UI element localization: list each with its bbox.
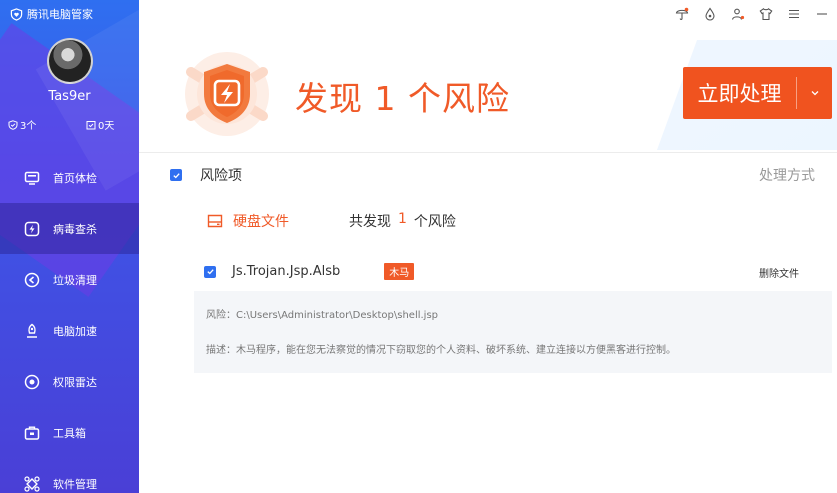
scan-result-header: 发现 1 个风险 立即处理: [139, 0, 837, 152]
handle-now-button[interactable]: 立即处理: [683, 67, 832, 119]
found-suffix: 个风险: [413, 214, 456, 230]
window-toolbar: [675, 7, 829, 21]
user-icon[interactable]: [731, 7, 745, 21]
risk-item-column-header: 风险项: [200, 168, 242, 184]
category-label: 硬盘文件: [233, 214, 289, 230]
shield-heart-logo-icon: [10, 7, 23, 21]
stat-days[interactable]: 0天: [86, 117, 114, 132]
stat-protected[interactable]: 3个: [8, 117, 36, 132]
apps-icon: [24, 475, 40, 492]
sidebar-item-virus-scan[interactable]: 病毒查杀: [0, 203, 139, 254]
sidebar-item-cleanup[interactable]: 垃圾清理: [0, 254, 139, 305]
risk-name: Js.Trojan.Jsp.Alsb: [232, 264, 341, 279]
menu-icon[interactable]: [787, 7, 801, 21]
rocket-icon: [24, 323, 40, 339]
stat-protected-label: 3个: [20, 121, 37, 132]
sidebar-item-label: 病毒查杀: [53, 222, 97, 236]
sidebar-item-label: 工具箱: [53, 426, 86, 440]
sidebar-item-label: 电脑加速: [53, 324, 97, 338]
virus-shield-icon: [24, 221, 40, 237]
category-row: 硬盘文件 共发现 1 个风险: [207, 211, 456, 231]
hard-disk-icon: [207, 214, 223, 228]
stat-days-label: 0天: [98, 121, 115, 132]
sidebar: 腾讯电脑管家 Tas9er 3个 0天 首页体检 病毒查杀 垃圾清理 电脑加速 …: [0, 0, 139, 493]
sidebar-item-software[interactable]: 软件管理: [0, 458, 139, 493]
toolbox-icon: [24, 425, 40, 441]
select-all-checkbox[interactable]: [170, 169, 182, 181]
trojan-tag: 木马: [384, 263, 415, 280]
found-count: 1: [398, 211, 407, 227]
found-prefix: 共发现: [349, 214, 391, 230]
risk-detail-box: 风险：C:\Users\Administrator\Desktop\shell.…: [194, 291, 832, 373]
broom-icon: [24, 272, 40, 288]
risk-list-header: 风险项: [170, 165, 242, 185]
risk-item-checkbox[interactable]: [204, 265, 216, 278]
app-brand: 腾讯电脑管家: [10, 6, 93, 22]
sidebar-item-checkup[interactable]: 首页体检: [0, 152, 139, 203]
handle-method-column-header: 处理方式: [759, 168, 815, 184]
monitor-icon: [24, 170, 40, 186]
found-summary: 共发现 1 个风险: [349, 211, 456, 231]
sidebar-item-permission-radar[interactable]: 权限雷达: [0, 356, 139, 407]
app-brand-label: 腾讯电脑管家: [27, 8, 93, 21]
sidebar-item-label: 垃圾清理: [53, 273, 97, 287]
radar-icon: [24, 374, 40, 390]
chevron-down-icon[interactable]: [797, 67, 832, 119]
avatar[interactable]: [47, 38, 93, 84]
username: Tas9er: [48, 89, 91, 104]
risk-badge: [183, 50, 271, 138]
sidebar-item-label: 首页体检: [53, 171, 97, 185]
handle-now-label: 立即处理: [697, 82, 782, 106]
risk-list-panel: 风险项 处理方式 硬盘文件 共发现 1 个风险 Js.Trojan.Jsp.Al…: [139, 152, 837, 493]
sidebar-item-toolbox[interactable]: 工具箱: [0, 407, 139, 458]
sidebar-item-label: 软件管理: [53, 477, 97, 491]
risk-item-row[interactable]: Js.Trojan.Jsp.Alsb 木马: [204, 263, 415, 280]
calendar-check-icon: [86, 120, 96, 129]
risk-description-line: 描述：木马程序，能在您无法察觉的情况下窃取您的个人资料、破坏系统、建立连接以方便…: [206, 345, 676, 356]
drop-icon[interactable]: [703, 7, 717, 21]
sidebar-nav: 首页体检 病毒查杀 垃圾清理 电脑加速 权限雷达 工具箱 软件管理: [0, 152, 139, 493]
sidebar-item-speedup[interactable]: 电脑加速: [0, 305, 139, 356]
umbrella-icon[interactable]: [675, 7, 689, 21]
shirt-icon[interactable]: [759, 7, 773, 21]
risk-shield-icon: [185, 52, 269, 136]
shield-check-icon: [8, 119, 18, 130]
delete-file-action[interactable]: 删除文件: [759, 265, 799, 280]
sidebar-item-label: 权限雷达: [53, 375, 97, 389]
risk-path-line: 风险：C:\Users\Administrator\Desktop\shell.…: [206, 310, 439, 321]
risk-summary-title: 发现 1 个风险: [295, 79, 510, 118]
minimize-icon[interactable]: [815, 7, 829, 21]
